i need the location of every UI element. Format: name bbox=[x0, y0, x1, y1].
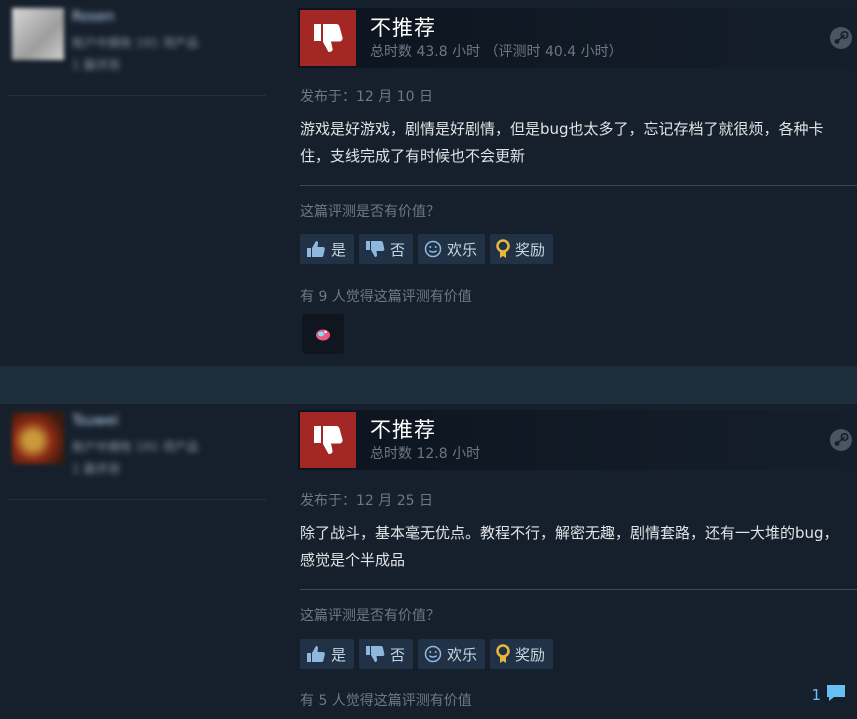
thumbs-down-icon bbox=[365, 645, 385, 663]
helpful-question: 这篇评测是否有价值？ bbox=[300, 204, 440, 220]
playtime: 总时数 12.8 小时 bbox=[370, 446, 481, 462]
review-verdict: 不推荐 bbox=[370, 418, 436, 442]
author-divider bbox=[8, 499, 266, 500]
vote-funny-button[interactable]: 欢乐 bbox=[418, 639, 486, 669]
avatar[interactable] bbox=[12, 8, 64, 60]
author-name[interactable]: Rosen bbox=[72, 10, 114, 24]
playtime: 总时数 43.8 小时 （评测时 40.4 小时） bbox=[370, 44, 623, 60]
comment-icon bbox=[825, 683, 847, 707]
review-body: 除了战斗，基本毫无优点。教程不行，解密无趣，剧情套路，还有一大堆的bug，感觉是… bbox=[300, 524, 839, 569]
award-label: 奖励 bbox=[515, 240, 546, 259]
award-button[interactable]: 奖励 bbox=[490, 639, 554, 669]
vote-yes-label: 是 bbox=[331, 240, 347, 259]
thumbs-up-icon bbox=[306, 240, 326, 258]
review-card: Rosen 账户中拥有 191 项产品 1 篇评测 不推荐 总时数 43.8 小… bbox=[0, 0, 857, 366]
vote-no-label: 否 bbox=[390, 240, 406, 259]
vote-button-row: 是 否 欢乐 奖励 bbox=[300, 234, 554, 264]
review-divider bbox=[300, 185, 857, 186]
smiley-icon bbox=[424, 240, 442, 258]
award-label: 奖励 bbox=[515, 645, 546, 664]
posted-date: 发布于：12 月 25 日 bbox=[300, 493, 433, 509]
vote-no-button[interactable]: 否 bbox=[359, 639, 414, 669]
vote-funny-label: 欢乐 bbox=[447, 645, 478, 664]
review-card: Tsuwei 账户中拥有 191 项产品 1 篇评测 不推荐 总时数 12.8 … bbox=[0, 404, 857, 719]
posted-date: 发布于：12 月 10 日 bbox=[300, 89, 433, 105]
helpful-question: 这篇评测是否有价值？ bbox=[300, 608, 440, 624]
thumbs-down-icon bbox=[365, 240, 385, 258]
vote-yes-button[interactable]: 是 bbox=[300, 639, 355, 669]
steam-logo-icon bbox=[829, 26, 853, 50]
thumbs-up-icon bbox=[306, 645, 326, 663]
helpful-count: 有 9 人觉得这篇评测有价值 bbox=[300, 289, 472, 305]
vote-funny-label: 欢乐 bbox=[447, 240, 478, 259]
award-medal-icon bbox=[496, 644, 510, 664]
avatar[interactable] bbox=[12, 412, 64, 464]
author-products-owned: 账户中拥有 191 项产品 bbox=[72, 440, 199, 454]
smiley-icon bbox=[424, 645, 442, 663]
comments-link[interactable]: 1 bbox=[811, 683, 847, 707]
author-products-owned: 账户中拥有 191 项产品 bbox=[72, 36, 199, 50]
review-verdict-header[interactable]: 不推荐 总时数 43.8 小时 （评测时 40.4 小时） bbox=[298, 8, 857, 68]
award-emote-icon[interactable] bbox=[302, 314, 344, 354]
author-review-count[interactable]: 1 篇评测 bbox=[72, 58, 119, 72]
vote-no-button[interactable]: 否 bbox=[359, 234, 414, 264]
author-review-count[interactable]: 1 篇评测 bbox=[72, 462, 119, 476]
award-button[interactable]: 奖励 bbox=[490, 234, 554, 264]
helpful-count: 有 5 人觉得这篇评测有价值 bbox=[300, 693, 472, 709]
steam-logo-icon bbox=[829, 428, 853, 452]
vote-no-label: 否 bbox=[390, 645, 406, 664]
review-author[interactable]: Rosen 账户中拥有 191 项产品 1 篇评测 bbox=[4, 0, 266, 96]
vote-funny-button[interactable]: 欢乐 bbox=[418, 234, 486, 264]
review-verdict-header[interactable]: 不推荐 总时数 12.8 小时 bbox=[298, 410, 857, 470]
review-separator bbox=[0, 366, 857, 404]
review-body: 游戏是好游戏，剧情是好剧情，但是bug也太多了，忘记存档了就很烦，各种卡住，支线… bbox=[300, 120, 824, 165]
vote-button-row: 是 否 欢乐 奖励 bbox=[300, 639, 554, 669]
review-verdict: 不推荐 bbox=[370, 16, 436, 40]
thumbs-down-icon bbox=[300, 412, 356, 468]
award-medal-icon bbox=[496, 239, 510, 259]
comment-count: 1 bbox=[811, 686, 821, 704]
author-name[interactable]: Tsuwei bbox=[72, 414, 118, 428]
vote-yes-label: 是 bbox=[331, 645, 347, 664]
vote-yes-button[interactable]: 是 bbox=[300, 234, 355, 264]
review-author[interactable]: Tsuwei 账户中拥有 191 项产品 1 篇评测 bbox=[4, 404, 266, 500]
review-divider bbox=[300, 589, 857, 590]
author-divider bbox=[8, 95, 266, 96]
thumbs-down-icon bbox=[300, 10, 356, 66]
